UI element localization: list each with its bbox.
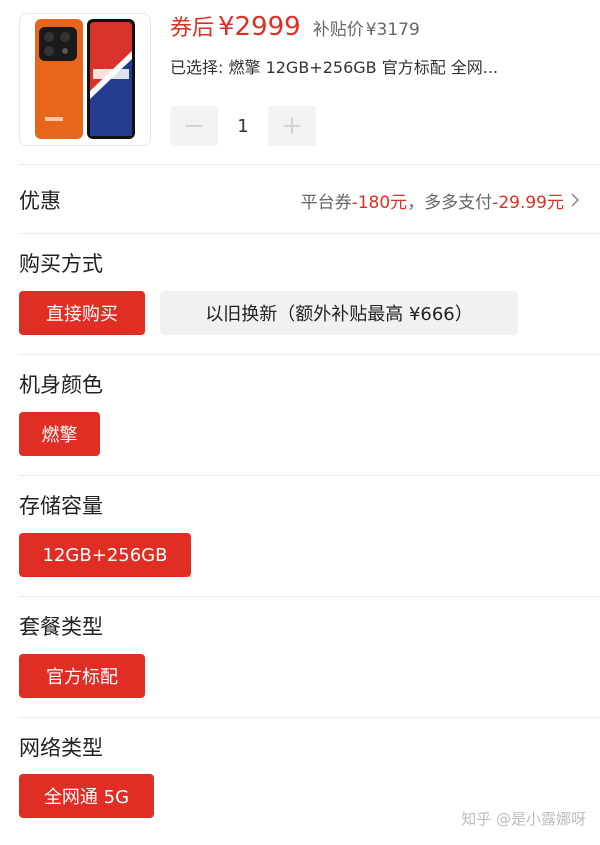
plus-icon: + (281, 111, 303, 141)
section-title: 网络类型 (19, 736, 103, 760)
section-title: 存储容量 (19, 494, 103, 518)
option-network[interactable]: 全网通 5G (19, 774, 154, 818)
minus-icon: − (183, 111, 205, 141)
option-direct-buy[interactable]: 直接购买 (19, 291, 145, 335)
coupon-label: 平台券 (300, 193, 352, 213)
section-title: 机身颜色 (19, 373, 103, 397)
orange-phone-image (35, 19, 135, 139)
option-storage[interactable]: 12GB+256GB (19, 533, 191, 577)
decrease-button[interactable]: − (170, 106, 218, 146)
coupon-value: -180元 (351, 193, 408, 213)
color-section: 机身颜色 燃擎 (0, 355, 600, 475)
option-package[interactable]: 官方标配 (19, 654, 145, 698)
purchase-method-section: 购买方式 直接购买 以旧换新（额外补贴最高 ¥666） (0, 234, 600, 354)
subsidy-price: ¥3179 (365, 20, 420, 40)
product-thumbnail[interactable] (19, 13, 151, 146)
selected-spec-text: 已选择: 燃擎 12GB+256GB 官方标配 全网... (170, 58, 499, 77)
promo-row[interactable]: 优惠 平台券-180元，多多支付-29.99元 (0, 165, 600, 233)
promo-separator: ， (407, 193, 425, 213)
price-label: 券后 (170, 16, 215, 41)
option-trade-in[interactable]: 以旧换新（额外补贴最高 ¥666） (160, 291, 518, 335)
coupon-price: ¥2999 (218, 12, 301, 42)
storage-section: 存储容量 12GB+256GB (0, 476, 600, 596)
section-title: 套餐类型 (19, 615, 103, 639)
subsidy-label: 补贴价 (312, 20, 364, 40)
pay-label: 多多支付 (424, 193, 493, 213)
quantity-value[interactable]: 1 (218, 116, 268, 137)
price-row: 券后 ¥2999 补贴价 ¥3179 (170, 10, 420, 46)
package-section: 套餐类型 官方标配 (0, 597, 600, 717)
increase-button[interactable]: + (268, 106, 316, 146)
chevron-right-icon (571, 193, 580, 207)
watermark: 知乎 @是小露娜呀 (461, 810, 586, 828)
section-title: 购买方式 (19, 252, 103, 276)
promo-detail: 平台券-180元，多多支付-29.99元 (301, 188, 564, 213)
product-summary: 券后 ¥2999 补贴价 ¥3179 已选择: 燃擎 12GB+256GB 官方… (0, 0, 600, 164)
option-color[interactable]: 燃擎 (19, 412, 100, 456)
quantity-stepper: − 1 + (170, 106, 316, 146)
promo-title: 优惠 (19, 189, 61, 213)
pay-value: -29.99元 (492, 193, 564, 213)
